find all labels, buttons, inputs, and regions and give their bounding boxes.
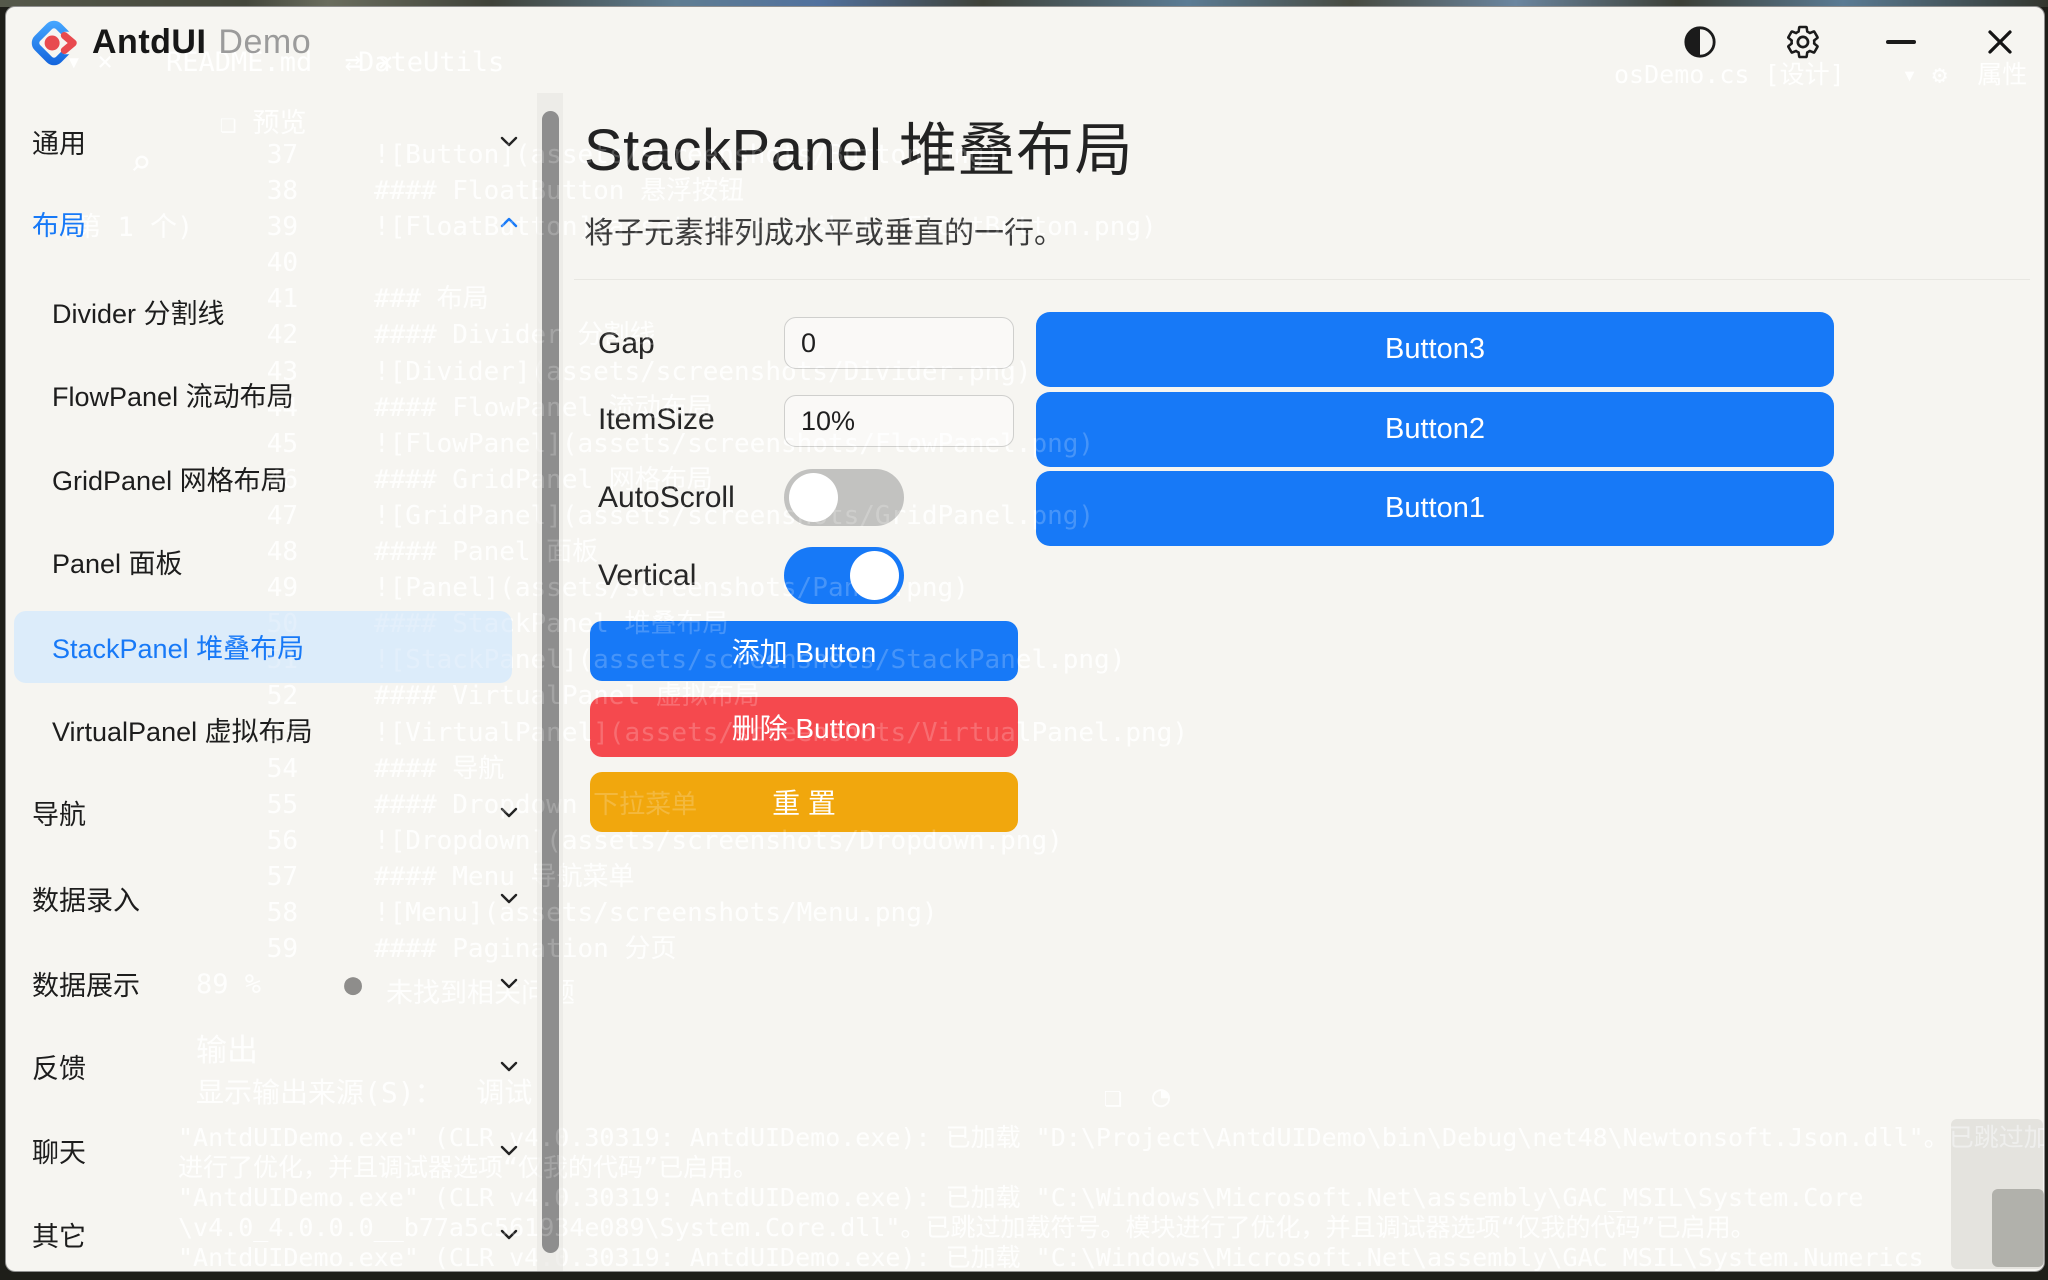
vertical-label: Vertical: [598, 559, 696, 593]
sidebar-item-label: GridPanel 网格布局: [52, 459, 288, 498]
chevron-down-icon: [494, 1051, 524, 1081]
chevron-down-icon: [494, 968, 524, 998]
toggle-knob: [789, 473, 838, 522]
close-button[interactable]: [1977, 19, 2023, 65]
autoscroll-label: AutoScroll: [598, 481, 735, 515]
theme-half-circle-icon: [1683, 25, 1717, 59]
header-divider: [574, 279, 2030, 280]
app-window: 37 38 39 40 41 42 43 44 45 46 47 48 49 5…: [5, 6, 2045, 1272]
chevron-down-icon: [494, 883, 524, 913]
sidebar-group-layout[interactable]: 布局: [6, 199, 536, 247]
sidebar-item-label: StackPanel 堆叠布局: [52, 627, 304, 666]
sidebar-item-panel[interactable]: Panel 面板: [6, 537, 536, 585]
minimize-button[interactable]: [1878, 19, 1924, 65]
sidebar-item-divider[interactable]: Divider 分割线: [6, 287, 536, 335]
gear-icon: [1785, 24, 1821, 60]
close-icon: [1985, 27, 2015, 57]
reset-button[interactable]: 重 置: [590, 772, 1018, 832]
sidebar-item-label: Panel 面板: [52, 542, 183, 581]
app-logo: [24, 13, 84, 73]
demo-button-2[interactable]: Button2: [1036, 392, 1834, 467]
autoscroll-toggle[interactable]: [784, 469, 904, 526]
chevron-down-icon: [494, 126, 524, 156]
sidebar-item-virtualpanel[interactable]: VirtualPanel 虚拟布局: [6, 705, 536, 753]
itemsize-label: ItemSize: [598, 403, 715, 437]
itemsize-input[interactable]: [784, 395, 1014, 447]
sidebar-group-label: 聊天: [32, 1131, 86, 1170]
page-description: 将子元素排列成水平或垂直的一行。: [584, 208, 1064, 252]
sidebar-group-data-display[interactable]: 数据展示: [6, 959, 536, 1007]
chevron-down-icon: [494, 797, 524, 827]
chevron-down-icon: [494, 1135, 524, 1165]
add-button[interactable]: 添加 Button: [590, 621, 1018, 681]
brand-name: AntdUI: [92, 23, 206, 61]
sidebar-item-label: VirtualPanel 虚拟布局: [52, 710, 313, 749]
sidebar-group-other[interactable]: 其它: [6, 1210, 536, 1258]
sidebar-group-label: 通用: [32, 122, 86, 161]
sidebar-group-general[interactable]: 通用: [6, 117, 536, 165]
ghost-dark-corner: [1992, 1189, 2044, 1267]
gap-input[interactable]: [784, 317, 1014, 369]
sidebar-item-label: Divider 分割线: [52, 292, 225, 331]
sidebar-group-label: 布局: [32, 204, 86, 243]
sidebar-item-stackpanel[interactable]: StackPanel 堆叠布局: [6, 622, 536, 670]
sidebar-item-flowpanel[interactable]: FlowPanel 流动布局: [6, 370, 536, 418]
vertical-toggle[interactable]: [784, 547, 904, 604]
toggle-knob: [850, 551, 899, 600]
sidebar-scrollbar-thumb[interactable]: [542, 111, 559, 1253]
sidebar-group-label: 导航: [32, 793, 86, 832]
chevron-up-icon: [494, 208, 524, 238]
sidebar-group-navigation[interactable]: 导航: [6, 788, 536, 836]
page-title: StackPanel 堆叠布局: [584, 103, 1133, 187]
sidebar-item-label: FlowPanel 流动布局: [52, 375, 294, 414]
remove-button[interactable]: 删除 Button: [590, 697, 1018, 757]
theme-toggle-button[interactable]: [1677, 19, 1723, 65]
window-title: AntdUI Demo: [92, 23, 311, 62]
gap-label: Gap: [598, 327, 655, 361]
sidebar-group-label: 反馈: [32, 1047, 86, 1086]
demo-button-1[interactable]: Button1: [1036, 471, 1834, 546]
brand-suffix: Demo: [218, 23, 311, 61]
sidebar-group-label: 数据录入: [32, 879, 140, 918]
demo-button-3[interactable]: Button3: [1036, 312, 1834, 387]
sidebar-group-chat[interactable]: 聊天: [6, 1126, 536, 1174]
sidebar-group-label: 其它: [32, 1215, 86, 1254]
minimize-icon: [1886, 40, 1916, 44]
sidebar-group-label: 数据展示: [32, 964, 140, 1003]
sidebar-group-feedback[interactable]: 反馈: [6, 1042, 536, 1090]
sidebar-item-gridpanel[interactable]: GridPanel 网格布局: [6, 454, 536, 502]
chevron-down-icon: [494, 1219, 524, 1249]
sidebar-group-data-entry[interactable]: 数据录入: [6, 874, 536, 922]
settings-button[interactable]: [1780, 19, 1826, 65]
